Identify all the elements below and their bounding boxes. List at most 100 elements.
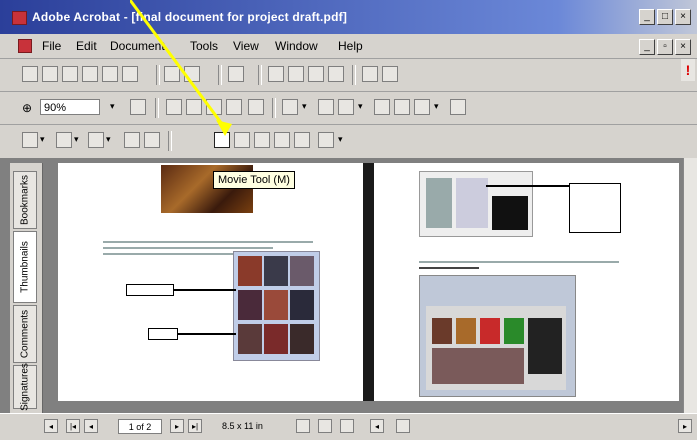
- next-page-button[interactable]: ▸: [170, 419, 184, 433]
- status-bar: ◂ |◂ ◂ 1 of 2 ▸ ▸| 8.5 x 11 in ◂ ▸: [0, 413, 697, 440]
- doc-minimize-button[interactable]: _: [639, 39, 655, 55]
- menu-tools[interactable]: Tools: [190, 39, 218, 53]
- vertical-scrollbar[interactable]: [683, 158, 697, 413]
- first-page-icon[interactable]: [268, 66, 284, 82]
- article-tool-icon[interactable]: [254, 132, 270, 148]
- go-back-icon[interactable]: [362, 66, 378, 82]
- table-dropdown-icon[interactable]: ▾: [434, 101, 439, 112]
- pencil-dropdown-icon[interactable]: ▾: [74, 134, 79, 145]
- hand-tool-icon[interactable]: [318, 99, 334, 115]
- separator: [156, 65, 160, 85]
- doc-close-button[interactable]: ×: [675, 39, 691, 55]
- zoom-in-icon[interactable]: [130, 99, 146, 115]
- tab-signatures[interactable]: Signatures: [13, 363, 37, 411]
- pencil-tool-icon[interactable]: [56, 132, 72, 148]
- window-controls: _ □ ×: [639, 9, 691, 25]
- photo-tile: [290, 290, 314, 320]
- reflow-icon[interactable]: [248, 99, 264, 115]
- first-page-button[interactable]: |◂: [66, 419, 80, 433]
- tab-thumbnails[interactable]: Thumbnails: [13, 231, 37, 303]
- search-icon[interactable]: [164, 66, 180, 82]
- nav-pane-toggle-icon[interactable]: ◂: [44, 419, 58, 433]
- select-text-icon[interactable]: [282, 99, 298, 115]
- save-icon[interactable]: [62, 66, 78, 82]
- document-icon[interactable]: [18, 39, 32, 53]
- menu-file[interactable]: File: [42, 39, 61, 53]
- document-window-controls: _ ▫ ×: [639, 39, 691, 55]
- graphics-select-icon[interactable]: [450, 99, 466, 115]
- link-tool-icon[interactable]: [234, 132, 250, 148]
- navigation-pane: Bookmarks Thumbnails Comments Signatures: [10, 163, 43, 413]
- last-page-icon[interactable]: [328, 66, 344, 82]
- doc-restore-button[interactable]: ▫: [657, 39, 673, 55]
- acrobat-app-icon[interactable]: [12, 11, 27, 25]
- zoom-field[interactable]: 90%: [40, 99, 100, 115]
- document-page-1[interactable]: [58, 163, 363, 401]
- continuous-icon[interactable]: [318, 419, 332, 433]
- menu-help[interactable]: Help: [338, 39, 363, 53]
- table-select-icon[interactable]: [414, 99, 430, 115]
- fit-page-icon[interactable]: [186, 99, 202, 115]
- menu-window[interactable]: Window: [275, 39, 318, 53]
- column-select-icon[interactable]: [394, 99, 410, 115]
- figure-panel: [456, 178, 488, 228]
- touchup-text-icon[interactable]: [318, 132, 334, 148]
- figure-panel: [432, 318, 452, 344]
- select-dropdown-icon[interactable]: ▾: [302, 101, 307, 112]
- email-icon[interactable]: [102, 66, 118, 82]
- create-pdf-icon[interactable]: [122, 66, 138, 82]
- find-icon[interactable]: [184, 66, 200, 82]
- horizontal-scroll-right[interactable]: ▸: [678, 419, 692, 433]
- open-icon[interactable]: [22, 66, 38, 82]
- callout-box: [126, 284, 174, 296]
- screenshot-figure: [419, 171, 533, 237]
- figure-panel: [426, 178, 452, 228]
- form-tool-icon[interactable]: [294, 132, 310, 148]
- document-page-2[interactable]: [374, 163, 679, 401]
- horizontal-scroll-left[interactable]: ◂: [370, 419, 384, 433]
- tab-bookmarks[interactable]: Bookmarks: [13, 171, 37, 229]
- print-icon[interactable]: [82, 66, 98, 82]
- previous-page-button[interactable]: ◂: [84, 419, 98, 433]
- menu-edit[interactable]: Edit: [76, 39, 97, 53]
- stamp-tool-icon[interactable]: [124, 132, 140, 148]
- last-page-button[interactable]: ▸|: [188, 419, 202, 433]
- previous-page-icon[interactable]: [288, 66, 304, 82]
- movie-tool-icon[interactable]: [214, 132, 230, 148]
- menu-document[interactable]: Document: [110, 39, 165, 53]
- separator: [272, 98, 276, 118]
- view-icon[interactable]: [228, 66, 244, 82]
- go-forward-icon[interactable]: [382, 66, 398, 82]
- maximize-button[interactable]: □: [657, 9, 673, 25]
- crop-tool-icon[interactable]: [274, 132, 290, 148]
- open-web-icon[interactable]: [42, 66, 58, 82]
- minimize-button[interactable]: _: [639, 9, 655, 25]
- screenshot-figure: [419, 275, 576, 397]
- single-page-icon[interactable]: [296, 419, 310, 433]
- note-tool-icon[interactable]: [22, 132, 38, 148]
- highlight-dropdown-icon[interactable]: ▾: [106, 134, 111, 145]
- page-number-field[interactable]: 1 of 2: [118, 419, 162, 434]
- title-bar: Adobe Acrobat - [final document for proj…: [0, 0, 697, 34]
- tab-comments[interactable]: Comments: [13, 305, 37, 363]
- facing-pages-icon[interactable]: [340, 419, 354, 433]
- next-page-icon[interactable]: [308, 66, 324, 82]
- highlight-tool-icon[interactable]: [88, 132, 104, 148]
- zoom-dropdown-icon[interactable]: ▾: [110, 101, 115, 112]
- note-dropdown-icon[interactable]: ▾: [40, 134, 45, 145]
- zoom-tool-icon[interactable]: [338, 99, 354, 115]
- menu-view[interactable]: View: [233, 39, 259, 53]
- editing-toolbar: ▾ ▾ ▾ ▾: [0, 125, 697, 159]
- text-select-icon[interactable]: [374, 99, 390, 115]
- touchup-dropdown-icon[interactable]: ▾: [338, 134, 343, 145]
- fit-width-icon[interactable]: [206, 99, 222, 115]
- actual-size-icon[interactable]: [166, 99, 182, 115]
- text-line: [419, 261, 619, 263]
- alert-icon[interactable]: !: [681, 59, 695, 81]
- photo-tile: [264, 256, 288, 286]
- horizontal-scroll-thumb[interactable]: [396, 419, 410, 433]
- close-button[interactable]: ×: [675, 9, 691, 25]
- zoom-tool-dropdown-icon[interactable]: ▾: [358, 101, 363, 112]
- fit-visible-icon[interactable]: [226, 99, 242, 115]
- attach-tool-icon[interactable]: [144, 132, 160, 148]
